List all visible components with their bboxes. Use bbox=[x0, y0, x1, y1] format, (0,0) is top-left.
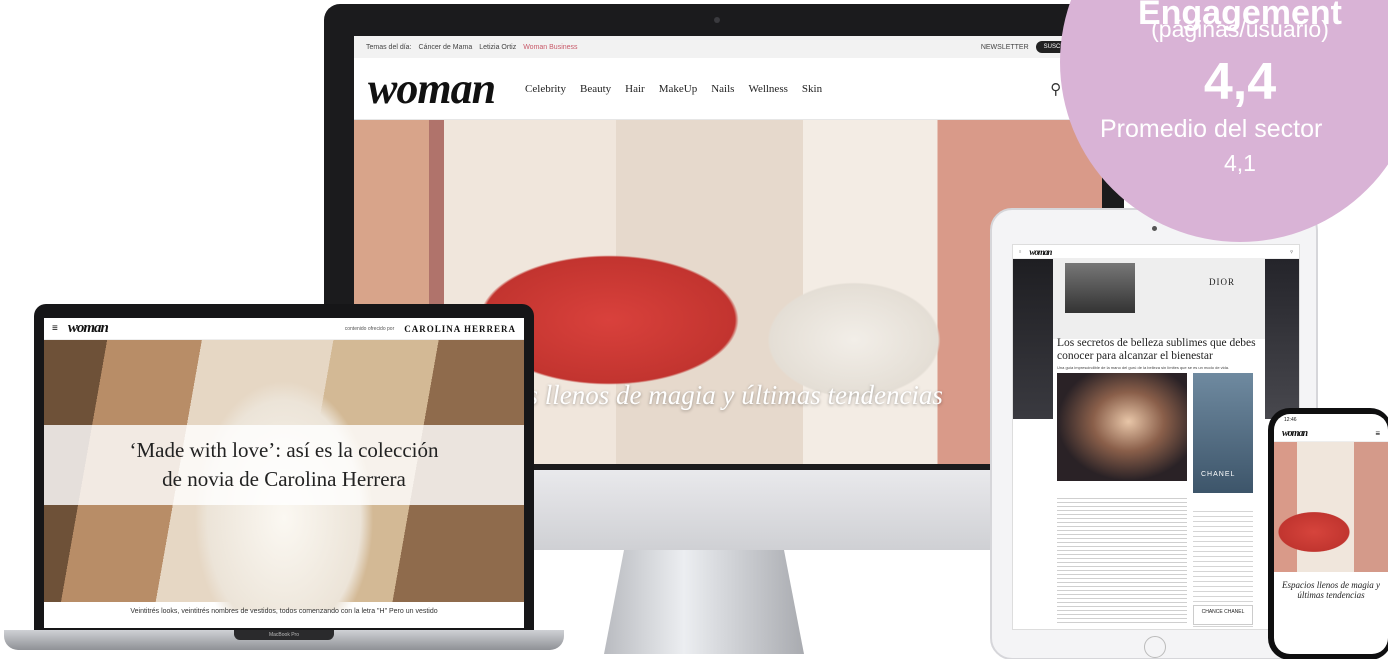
laptop: ≡ woman contenido ofrecido por CAROLINA … bbox=[4, 304, 564, 656]
phone-hero-image[interactable] bbox=[1274, 442, 1388, 572]
ad-photo bbox=[1065, 263, 1135, 313]
ad-brand: DIOR bbox=[1209, 277, 1235, 287]
article-paragraph: Veintitrés looks, veintitrés nombres de … bbox=[130, 608, 438, 615]
site-logo[interactable]: woman bbox=[1282, 428, 1308, 439]
chanel-image[interactable]: CHANEL bbox=[1193, 373, 1253, 493]
tablet-screen: ≡ woman ⚲ DIOR Los secretos de belleza s… bbox=[1012, 244, 1300, 630]
tablet-subhead: Una guía imprescindible de la mano del g… bbox=[1057, 365, 1230, 370]
site-logo[interactable]: woman bbox=[368, 63, 496, 114]
headline-line-2: de novia de Carolina Herrera bbox=[162, 467, 406, 491]
laptop-screen: ≡ woman contenido ofrecido por CAROLINA … bbox=[44, 318, 524, 628]
badge-subtitle: (páginas/usuario) bbox=[1151, 16, 1329, 42]
nav-item-nails[interactable]: Nails bbox=[711, 83, 734, 95]
chanel-label: CHANEL bbox=[1201, 471, 1236, 478]
article-headline[interactable]: ‘Made with love’: así es la colección de… bbox=[44, 425, 524, 505]
tablet-headline[interactable]: Los secretos de belleza sublimes que deb… bbox=[1057, 337, 1265, 363]
article-body bbox=[1057, 495, 1187, 625]
newsletter-link[interactable]: NEWSLETTER bbox=[981, 44, 1029, 51]
laptop-hero-image: ‘Made with love’: así es la colección de… bbox=[44, 340, 524, 610]
laptop-model-label: MacBook Pro bbox=[234, 630, 334, 640]
menu-icon[interactable]: ≡ bbox=[1019, 249, 1021, 254]
nav-item-celebrity[interactable]: Celebrity bbox=[525, 83, 566, 95]
nav-item-beauty[interactable]: Beauty bbox=[580, 83, 611, 95]
camera-icon bbox=[714, 17, 720, 23]
hero-caption[interactable]: os llenos de magia y últimas tendencias bbox=[514, 380, 943, 411]
menu-icon[interactable]: ≡ bbox=[1375, 429, 1380, 438]
trending-link-3[interactable]: Woman Business bbox=[523, 44, 577, 51]
badge-value: 4,4 bbox=[1203, 53, 1277, 111]
desktop-navbar: woman Celebrity Beauty Hair MakeUp Nails… bbox=[354, 58, 1102, 120]
ad-skin-right bbox=[1265, 259, 1299, 419]
trending-label: Temas del día: bbox=[366, 43, 412, 51]
monitor-stand bbox=[604, 550, 804, 654]
nav-item-skin[interactable]: Skin bbox=[802, 83, 822, 95]
nav-item-hair[interactable]: Hair bbox=[625, 83, 645, 95]
tablet-ad-banner[interactable]: DIOR bbox=[1013, 259, 1299, 419]
badge-benchmark-label: Promedio del sector bbox=[1100, 115, 1323, 143]
sponsor-label: contenido ofrecido por bbox=[344, 325, 395, 332]
camera-icon bbox=[1152, 226, 1157, 231]
nav-item-makeup[interactable]: MakeUp bbox=[659, 83, 698, 95]
main-nav: Celebrity Beauty Hair MakeUp Nails Welln… bbox=[525, 83, 822, 95]
tablet-header: ≡ woman ⚲ bbox=[1013, 245, 1299, 259]
site-logo[interactable]: woman bbox=[1029, 247, 1052, 257]
phone: 12:46 woman ≡ Espacios llenos de magia y… bbox=[1268, 408, 1388, 659]
headline-line-1: ‘Made with love’: así es la colección bbox=[129, 438, 439, 462]
phone-header: woman ≡ bbox=[1274, 426, 1388, 442]
sponsor-brand: CAROLINA HERRERA bbox=[404, 323, 516, 334]
chanel-ad-box[interactable]: CHANCE CHANEL bbox=[1193, 605, 1253, 625]
article-image bbox=[1057, 373, 1187, 481]
trending-link-1[interactable]: Cáncer de Mama bbox=[419, 44, 473, 51]
home-button[interactable] bbox=[1144, 636, 1166, 658]
desktop-topbar: Temas del día: Cáncer de Mama Letizia Or… bbox=[354, 36, 1102, 58]
site-logo[interactable]: woman bbox=[68, 320, 109, 337]
menu-icon[interactable]: ≡ bbox=[52, 323, 58, 334]
laptop-header: ≡ woman contenido ofrecido por CAROLINA … bbox=[44, 318, 524, 340]
badge-benchmark-value: 4,1 bbox=[1224, 150, 1256, 176]
search-icon[interactable]: ⚲ bbox=[1290, 249, 1293, 254]
ad-skin-left bbox=[1013, 259, 1053, 419]
nav-item-wellness[interactable]: Wellness bbox=[748, 83, 787, 95]
status-time: 12:46 bbox=[1284, 417, 1297, 423]
phone-screen: 12:46 woman ≡ Espacios llenos de magia y… bbox=[1274, 414, 1388, 654]
phone-caption[interactable]: Espacios llenos de magia y últimas tende… bbox=[1274, 572, 1388, 608]
trending-link-2[interactable]: Letizia Ortiz bbox=[479, 44, 516, 51]
